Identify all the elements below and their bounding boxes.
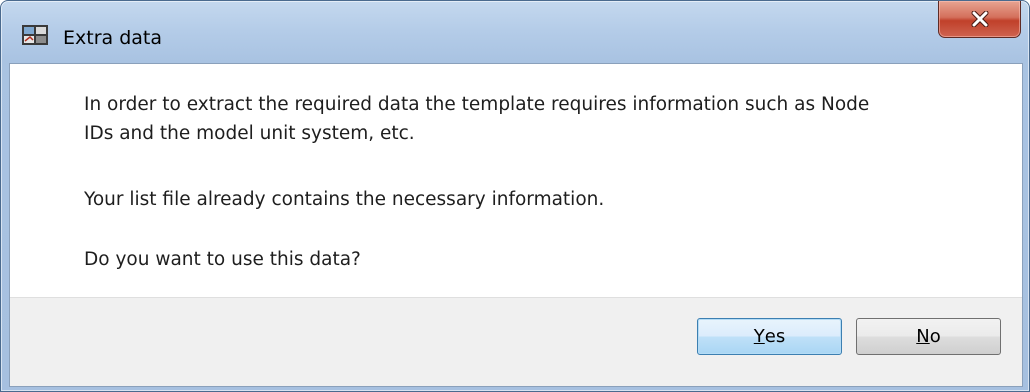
message-line-1a: In order to extract the required data th…	[84, 94, 870, 115]
yes-mnemonic: Y	[753, 326, 765, 347]
title-bar[interactable]: Extra data	[1, 1, 1029, 63]
no-label-rest: o	[929, 326, 941, 347]
close-button[interactable]	[938, 1, 1021, 38]
dialog-window: Extra data In order to extract the requi…	[0, 0, 1030, 392]
yes-label-rest: es	[764, 326, 786, 347]
message-line-2: Your list file already contains the nece…	[84, 189, 605, 210]
message-line-3: Do you want to use this data?	[84, 249, 361, 270]
close-icon	[971, 11, 989, 27]
no-button[interactable]: No	[856, 318, 1001, 355]
no-button-label: No	[916, 326, 940, 347]
yes-button[interactable]: Yes	[697, 318, 842, 355]
window-title: Extra data	[63, 27, 162, 49]
dialog-content: In order to extract the required data th…	[9, 63, 1023, 387]
yes-button-label: Yes	[754, 326, 785, 347]
application-icon	[21, 23, 51, 47]
no-mnemonic: N	[916, 326, 930, 347]
message-line-1b: IDs and the model unit system, etc.	[84, 123, 415, 144]
button-bar: Yes No	[10, 297, 1022, 386]
